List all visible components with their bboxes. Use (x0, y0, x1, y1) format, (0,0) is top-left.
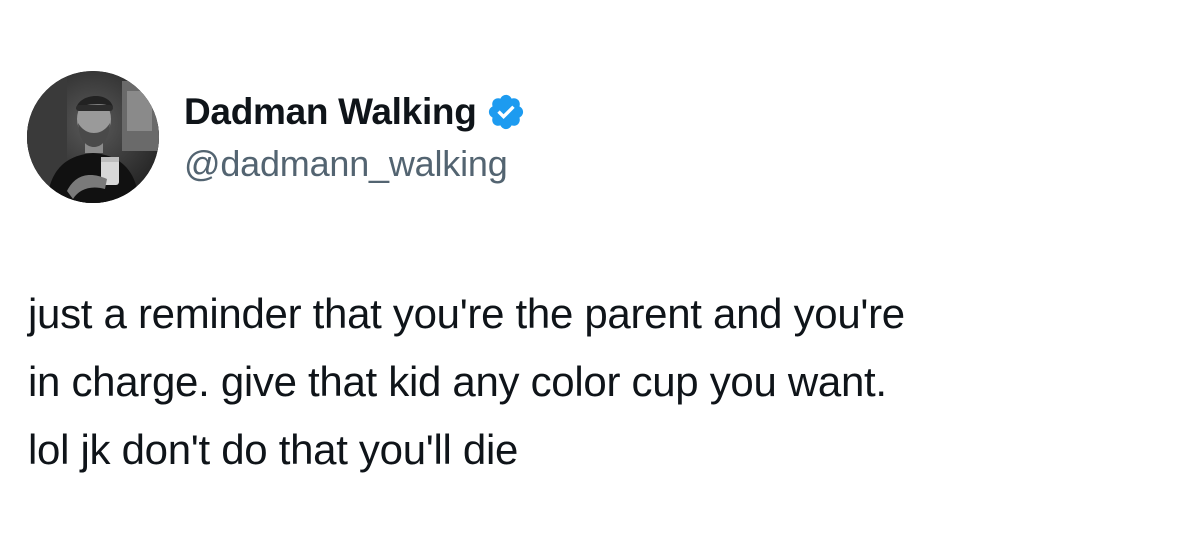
tweet-card: Dadman Walking @dadmann_walking just a r… (0, 0, 1179, 549)
verified-badge-icon[interactable] (486, 92, 526, 132)
author-handle[interactable]: @dadmann_walking (184, 143, 508, 185)
avatar[interactable] (27, 71, 159, 203)
tweet-text-line: lol jk don't do that you'll die (28, 426, 519, 473)
author-display-name[interactable]: Dadman Walking (184, 91, 477, 133)
tweet-text-line: just a reminder that you're the parent a… (28, 290, 905, 337)
avatar-photo (27, 71, 159, 203)
tweet-text: just a reminder that you're the parent a… (28, 280, 1158, 484)
author-name-row[interactable]: Dadman Walking (184, 86, 526, 138)
tweet-text-line: in charge. give that kid any color cup y… (28, 358, 887, 405)
